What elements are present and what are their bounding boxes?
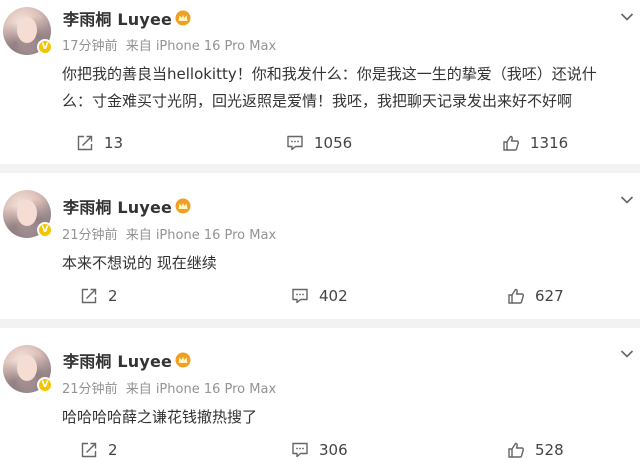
verified-badge-icon: V — [37, 377, 53, 393]
repost-icon — [81, 288, 97, 304]
repost-icon — [81, 442, 97, 458]
avatar[interactable]: V — [3, 345, 53, 393]
comment-count: 402 — [319, 287, 348, 305]
post-header: 李雨桐 Luyee — [63, 348, 191, 372]
verified-badge-icon: V — [37, 39, 53, 55]
post-text-line: 哈哈哈哈薛之谦花钱撤热搜了 — [62, 408, 258, 426]
comment-button[interactable]: 1056 — [286, 131, 352, 155]
comment-button[interactable]: 306 — [291, 438, 348, 462]
username[interactable]: 李雨桐 Luyee — [63, 348, 172, 372]
post-actions: 2 306 528 — [0, 438, 640, 462]
comment-count: 306 — [319, 441, 348, 459]
comment-button[interactable]: 402 — [291, 284, 348, 308]
member-crown-icon — [175, 10, 191, 26]
repost-button[interactable]: 13 — [76, 131, 123, 155]
comment-icon — [292, 442, 308, 458]
like-count: 528 — [535, 441, 564, 459]
weibo-feed: V 李雨桐 Luyee 17分钟前 来自 iPhone 16 Pro Max 你… — [0, 0, 640, 461]
post-header: 李雨桐 Luyee — [63, 6, 191, 30]
username[interactable]: 李雨桐 Luyee — [63, 194, 172, 218]
member-crown-icon — [175, 198, 191, 214]
thumbs-up-icon — [508, 288, 524, 304]
chevron-down-icon[interactable] — [620, 12, 634, 22]
like-count: 627 — [535, 287, 564, 305]
like-button[interactable]: 1316 — [502, 131, 568, 155]
post-meta: 17分钟前 来自 iPhone 16 Pro Max — [62, 35, 280, 54]
post-time[interactable]: 17分钟前 — [62, 39, 118, 54]
post-card: V 李雨桐 Luyee 21分钟前 来自 iPhone 16 Pro Max 本… — [0, 173, 640, 319]
post-separator — [0, 164, 640, 173]
chevron-down-icon[interactable] — [620, 349, 634, 359]
thumbs-up-icon — [503, 135, 519, 151]
verified-badge-icon: V — [37, 222, 53, 238]
chevron-down-icon[interactable] — [620, 195, 634, 205]
post-content: 本来不想说的 现在继续 — [62, 250, 632, 277]
repost-count: 2 — [108, 441, 118, 459]
post-meta: 21分钟前 来自 iPhone 16 Pro Max — [62, 378, 280, 397]
comment-icon — [287, 135, 303, 151]
thumbs-up-icon — [508, 442, 524, 458]
post-text-line: 本来不想说的 现在继续 — [62, 254, 217, 272]
post-content: 你把我的善良当hellokitty！你和我发什么：你是我这一生的挚爱（我呸）还说… — [62, 61, 632, 115]
repost-count: 2 — [108, 287, 118, 305]
comment-count: 1056 — [314, 134, 353, 152]
username[interactable]: 李雨桐 Luyee — [63, 6, 172, 30]
post-separator — [0, 319, 640, 328]
post-header: 李雨桐 Luyee — [63, 194, 191, 218]
post-content: 哈哈哈哈薛之谦花钱撤热搜了 — [62, 404, 632, 431]
like-button[interactable]: 627 — [507, 284, 564, 308]
post-text-line: 么：寸金难买寸光阴，回光返照是爱情！我呸，我把聊天记录发出来好不好啊 — [62, 92, 573, 110]
post-time[interactable]: 21分钟前 — [62, 382, 118, 397]
member-crown-icon — [175, 352, 191, 368]
repost-button[interactable]: 2 — [80, 284, 118, 308]
avatar[interactable]: V — [3, 190, 53, 238]
post-text-line: 你把我的善良当hellokitty！你和我发什么：你是我这一生的挚爱（我呸）还说… — [62, 65, 597, 83]
post-actions: 2 402 627 — [0, 284, 640, 308]
post-source: 来自 iPhone 16 Pro Max — [125, 228, 277, 243]
repost-count: 13 — [104, 134, 124, 152]
post-card: V 李雨桐 Luyee 21分钟前 来自 iPhone 16 Pro Max 哈… — [0, 328, 640, 461]
like-count: 1316 — [530, 134, 569, 152]
comment-icon — [292, 288, 308, 304]
like-button[interactable]: 528 — [507, 438, 564, 462]
post-time[interactable]: 21分钟前 — [62, 228, 118, 243]
post-meta: 21分钟前 来自 iPhone 16 Pro Max — [62, 224, 280, 243]
repost-icon — [77, 135, 93, 151]
post-source: 来自 iPhone 16 Pro Max — [125, 382, 277, 397]
post-card: V 李雨桐 Luyee 17分钟前 来自 iPhone 16 Pro Max 你… — [0, 0, 640, 164]
post-actions: 13 1056 1316 — [0, 131, 640, 155]
repost-button[interactable]: 2 — [80, 438, 118, 462]
avatar[interactable]: V — [3, 7, 53, 55]
post-source: 来自 iPhone 16 Pro Max — [125, 39, 277, 54]
